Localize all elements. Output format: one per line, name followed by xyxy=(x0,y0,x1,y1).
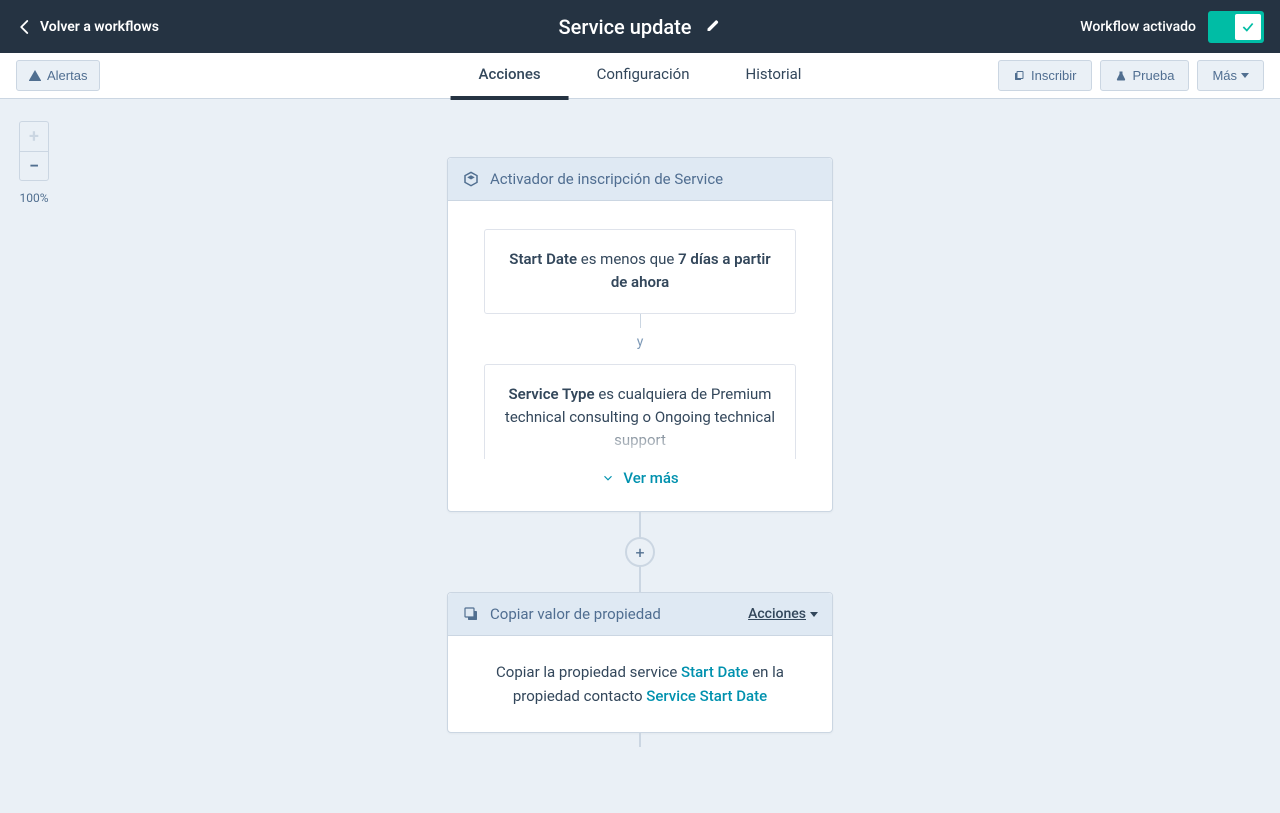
toggle-knob xyxy=(1235,14,1261,40)
criteria-2[interactable]: Service Type es cualquiera de Premium te… xyxy=(484,364,796,460)
criteria-connector xyxy=(640,314,641,328)
tab-config[interactable]: Configuración xyxy=(569,52,718,100)
criteria-2-suffix: o xyxy=(643,408,652,426)
criteria-2-prop: Service Type xyxy=(509,385,595,403)
pencil-icon xyxy=(706,17,722,33)
zoom-out-button[interactable]: − xyxy=(19,151,49,181)
criteria-1-op: es menos que xyxy=(581,250,675,268)
copy-icon xyxy=(462,605,480,623)
workflow-toggle[interactable] xyxy=(1208,11,1264,43)
chevron-down-icon xyxy=(601,471,615,485)
beaker-icon xyxy=(1115,70,1127,82)
criteria-1-prop: Start Date xyxy=(509,250,577,268)
enroll-icon xyxy=(1013,70,1025,82)
tab-actions[interactable]: Acciones xyxy=(451,52,569,100)
workflow-status-label: Workflow activado xyxy=(1080,19,1196,35)
back-to-workflows-link[interactable]: Volver a workflows xyxy=(16,18,159,36)
criteria-2-op: es cualquiera de xyxy=(598,385,707,403)
test-label: Prueba xyxy=(1133,68,1175,83)
enroll-button[interactable]: Inscribir xyxy=(998,60,1092,91)
copy-property-card[interactable]: Copiar valor de propiedad Acciones Copia… xyxy=(447,592,833,733)
see-more-label: Ver más xyxy=(623,469,678,487)
zoom-level: 100% xyxy=(19,191,48,205)
chevron-left-icon xyxy=(16,18,34,36)
criteria-2-val2: Ongoing technical support xyxy=(614,408,775,449)
copy-prop2: Service Start Date xyxy=(646,687,767,705)
test-button[interactable]: Prueba xyxy=(1100,60,1190,91)
connector-line xyxy=(639,512,641,538)
workflow-title: Service update xyxy=(559,15,692,39)
copy-prop1: Start Date xyxy=(681,663,748,681)
alerts-button[interactable]: Alertas xyxy=(16,60,100,91)
card-actions-label: Acciones xyxy=(748,606,806,622)
criteria-1[interactable]: Start Date es menos que 7 días a partir … xyxy=(484,229,796,314)
check-icon xyxy=(1241,20,1255,34)
edit-title-button[interactable] xyxy=(706,17,722,37)
tab-history[interactable]: Historial xyxy=(718,52,830,100)
card-actions-menu[interactable]: Acciones xyxy=(748,606,818,622)
more-label: Más xyxy=(1212,68,1237,83)
more-button[interactable]: Más xyxy=(1197,60,1264,91)
copy-text-pre: Copiar la propiedad service xyxy=(496,663,681,681)
copy-card-title: Copiar valor de propiedad xyxy=(490,605,738,623)
workflow-canvas[interactable]: + − 100% Activador de inscripción de Ser… xyxy=(0,99,1280,813)
see-more-button[interactable]: Ver más xyxy=(484,459,796,503)
tabs: Acciones Configuración Historial xyxy=(451,52,830,100)
alerts-label: Alertas xyxy=(47,68,87,83)
back-label: Volver a workflows xyxy=(40,19,159,35)
connector-line xyxy=(639,733,641,747)
trigger-card[interactable]: Activador de inscripción de Service Star… xyxy=(447,157,833,512)
caret-down-icon xyxy=(810,612,818,617)
add-action-button[interactable]: + xyxy=(625,537,655,567)
enroll-label: Inscribir xyxy=(1031,68,1077,83)
and-label: y xyxy=(484,328,796,364)
copy-card-body: Copiar la propiedad service Start Date e… xyxy=(448,636,832,732)
caret-down-icon xyxy=(1241,73,1249,78)
cube-icon xyxy=(462,170,480,188)
zoom-in-button[interactable]: + xyxy=(19,121,49,151)
trigger-card-title: Activador de inscripción de Service xyxy=(490,170,818,188)
connector-line xyxy=(639,566,641,592)
warning-icon xyxy=(29,70,41,82)
